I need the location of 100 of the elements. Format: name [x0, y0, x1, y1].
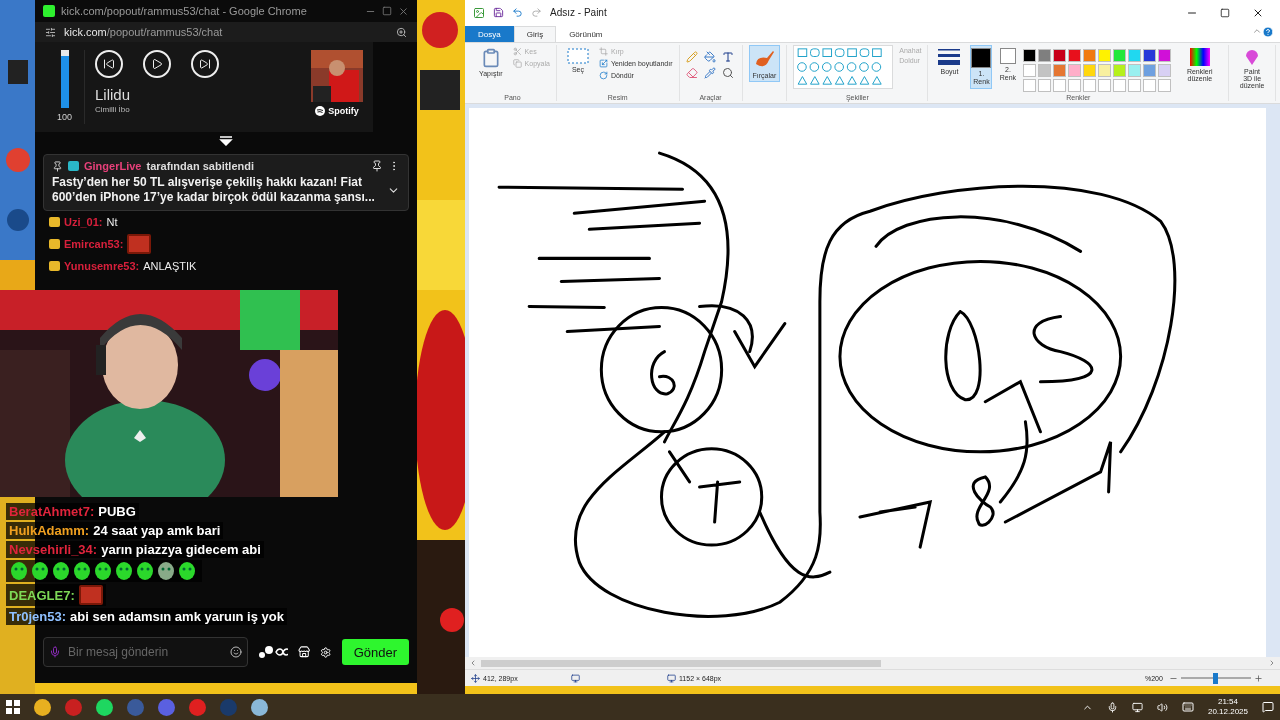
volume-icon[interactable] [1156, 701, 1168, 713]
selection-size-icon [571, 673, 581, 683]
scroll-right-icon[interactable] [1268, 659, 1276, 668]
window-title: Adsız - Paint [550, 7, 608, 19]
pinned-text: Fasty’den her 50 TL alışverişe çekiliş hakkı kazan! Fiat 600’den iPhone 17’ye kadar birçok ödül kazanma şansı... [52, 175, 376, 205]
palette-swatch[interactable] [1083, 63, 1097, 77]
palette-swatch[interactable] [1098, 63, 1112, 77]
volume-bar[interactable] [60, 50, 69, 108]
chat-message: ANLAŞTIK [143, 260, 197, 272]
palette-swatch[interactable] [1053, 48, 1067, 62]
palette-swatch[interactable] [1083, 48, 1097, 62]
store-icon[interactable] [297, 645, 311, 659]
palette-swatch[interactable] [1038, 48, 1052, 62]
settings-icon[interactable] [320, 645, 332, 659]
palette-swatch[interactable] [1098, 48, 1112, 62]
chat-message: 24 saat yap amk bari [93, 523, 221, 538]
previous-icon [103, 58, 115, 70]
play-icon [151, 58, 163, 70]
window-title: kick.com/popout/rammus53/chat - Google Chrome [61, 5, 308, 17]
badge-icon [68, 161, 79, 171]
palette-swatch[interactable] [1143, 48, 1157, 62]
palette-swatch[interactable] [1158, 48, 1172, 62]
zoom-icon[interactable] [396, 26, 407, 38]
app-icon[interactable] [158, 698, 175, 716]
text-icon[interactable] [721, 50, 734, 63]
palette-swatch[interactable] [1023, 48, 1037, 62]
rotate-icon [598, 70, 608, 80]
microphone-icon[interactable] [1106, 701, 1118, 713]
scroll-left-icon[interactable] [469, 659, 477, 668]
chat-message: Nt [106, 216, 118, 228]
palette-swatch[interactable] [1128, 63, 1142, 77]
palette-swatch[interactable] [1053, 63, 1067, 77]
badge-icon [49, 261, 60, 271]
kick-icon [43, 5, 55, 17]
palette-swatch[interactable] [1128, 48, 1142, 62]
line-width-icon [938, 47, 961, 66]
pin-icon[interactable] [371, 160, 383, 172]
pencil-icon[interactable] [685, 50, 698, 63]
previous-button[interactable] [95, 50, 123, 78]
chat-message: PUBG [98, 504, 136, 519]
message-field[interactable]: Bir mesaj gönderin [43, 637, 248, 667]
app-icon[interactable] [127, 698, 144, 716]
clock[interactable]: 21:54 20.12.2025 [1207, 697, 1248, 717]
points-icon[interactable] [258, 645, 288, 659]
freehand-drawing[interactable] [469, 107, 1266, 658]
palette-swatch[interactable] [1068, 63, 1082, 77]
pinned-author[interactable]: GingerLive [84, 160, 142, 172]
palette-swatch[interactable] [1113, 63, 1127, 77]
palette-swatch[interactable] [1158, 63, 1172, 77]
redo-icon[interactable] [531, 7, 542, 19]
eraser-icon[interactable] [685, 66, 698, 79]
zoom-in-icon[interactable] [1253, 673, 1263, 683]
chat-message: abi sen adamsın amk yaruın iş yok [70, 609, 284, 624]
chat-username[interactable]: Yunusemre53: [64, 260, 140, 272]
track-artist: Cimilli İbo [95, 105, 131, 114]
crop-icon [598, 46, 608, 56]
pin-icon [52, 160, 63, 172]
volume-value: 100 [57, 112, 72, 122]
magnifier-icon[interactable] [721, 66, 734, 79]
play-button[interactable] [143, 50, 171, 78]
palette-swatch[interactable] [1143, 63, 1157, 77]
shapes-gallery[interactable] [793, 44, 894, 89]
pinned-label: tarafından sabitlendi [146, 160, 256, 172]
badge-icon [49, 239, 60, 249]
send-button[interactable]: Gönder [341, 639, 409, 665]
cursor-position-icon [471, 673, 480, 683]
notifications-icon[interactable] [1262, 701, 1274, 713]
help-icon[interactable] [1262, 25, 1274, 38]
pipette-icon[interactable] [703, 66, 716, 79]
app-icon[interactable] [65, 698, 82, 716]
chat-username[interactable]: Emircan53: [64, 238, 124, 250]
palette-swatch[interactable] [1038, 63, 1052, 77]
spectrum-icon [1189, 47, 1210, 66]
undo-icon[interactable] [512, 7, 523, 19]
palette-swatch[interactable] [1113, 48, 1127, 62]
badge-icon [49, 217, 60, 227]
emote-icon [78, 585, 103, 605]
scrollbar-thumb[interactable] [481, 659, 881, 667]
emoji-icon[interactable] [230, 646, 242, 658]
copy-icon [512, 58, 522, 68]
save-icon[interactable] [493, 7, 504, 19]
chat-username[interactable]: Uzi_01: [64, 216, 103, 228]
keyboard-icon[interactable] [1181, 701, 1194, 713]
display-icon[interactable] [1131, 701, 1143, 713]
palette-swatch[interactable] [1023, 63, 1037, 77]
chat-username: Nevsehirli_34: [9, 542, 98, 557]
palette-swatch[interactable] [1068, 48, 1082, 62]
caret-icon[interactable] [219, 136, 233, 146]
next-button[interactable] [191, 50, 219, 78]
bucket-icon[interactable] [703, 50, 716, 63]
maximize-icon[interactable] [1220, 7, 1230, 18]
maximize-icon[interactable] [382, 6, 392, 16]
start-icon[interactable] [6, 700, 20, 714]
image-size-icon [666, 673, 676, 683]
app-icon[interactable] [189, 698, 206, 716]
resize-icon [598, 58, 608, 68]
scissors-icon [512, 46, 522, 56]
selection-icon [566, 47, 589, 64]
site-settings-icon[interactable] [45, 26, 56, 38]
source-label: Spotify [328, 106, 359, 116]
